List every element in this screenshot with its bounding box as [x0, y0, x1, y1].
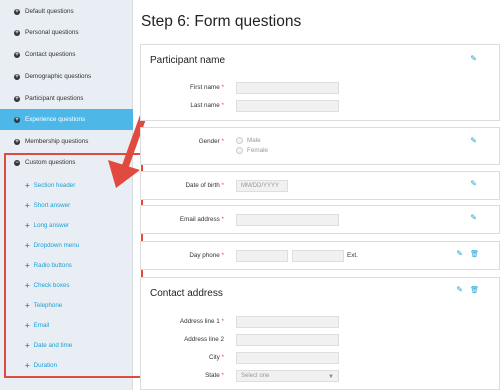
highlight-box: [4, 153, 143, 378]
dob-label: Date of birth *: [185, 182, 224, 189]
plus-circle-icon: +: [14, 29, 20, 36]
address-line-1-input[interactable]: [236, 316, 339, 328]
city-input[interactable]: [236, 352, 339, 364]
sidebar-item-personal-questions[interactable]: + Personal questions: [0, 22, 133, 43]
sidebar-item-experience-questions[interactable]: + Experience questions: [0, 109, 133, 130]
day-phone-label: Day phone *: [189, 252, 224, 259]
address-line-1-label: Address line 1 *: [179, 318, 224, 325]
plus-circle-icon: +: [14, 116, 20, 123]
plus-circle-icon: +: [14, 51, 20, 58]
sidebar-item-label: Membership questions: [25, 138, 89, 145]
city-label: City *: [208, 354, 224, 361]
email-label: Email address *: [179, 216, 224, 223]
edit-pencil-icon[interactable]: ✎: [456, 285, 463, 294]
email-card: Email address * ✎: [140, 205, 500, 234]
edit-pencil-icon[interactable]: ✎: [470, 179, 477, 188]
dob-card: Date of birth * MM/DD/YYYY ✎: [140, 171, 500, 200]
plus-circle-icon: +: [14, 73, 20, 80]
edit-pencil-icon[interactable]: ✎: [456, 249, 463, 258]
sidebar-item-contact-questions[interactable]: + Contact questions: [0, 44, 133, 65]
first-name-label: First name *: [190, 84, 224, 91]
dob-input[interactable]: MM/DD/YYYY: [236, 180, 288, 192]
state-select[interactable]: Select one ▼: [236, 370, 339, 382]
email-input[interactable]: [236, 214, 339, 226]
participant-name-card: Participant name ✎ First name * Last nam…: [140, 44, 500, 121]
page-title: Step 6: Form questions: [141, 13, 302, 30]
plus-circle-icon: +: [14, 138, 20, 145]
participant-name-heading: Participant name: [150, 55, 226, 66]
gender-male-radio[interactable]: Male: [236, 137, 261, 144]
sidebar-item-default-questions[interactable]: + Default questions: [0, 1, 133, 22]
radio-circle-icon: [236, 147, 243, 154]
plus-circle-icon: +: [14, 8, 20, 15]
sidebar-item-membership-questions[interactable]: + Membership questions: [0, 131, 133, 152]
address-line-2-input[interactable]: [236, 334, 339, 346]
state-label: State *: [205, 372, 224, 379]
first-name-input[interactable]: [236, 82, 339, 94]
contact-address-card: Contact address ✎ 🗑 Address line 1 * Add…: [140, 277, 500, 390]
caret-down-icon: ▼: [328, 374, 334, 380]
phone-ext-input[interactable]: [292, 250, 344, 262]
day-phone-input[interactable]: [236, 250, 288, 262]
sidebar-item-participant-questions[interactable]: + Participant questions: [0, 88, 133, 109]
trash-icon[interactable]: 🗑: [470, 286, 479, 294]
plus-circle-icon: +: [14, 95, 20, 102]
last-name-input[interactable]: [236, 100, 339, 112]
address-line-2-label: Address line 2: [184, 336, 224, 343]
radio-circle-icon: [236, 137, 243, 144]
ext-label: Ext.: [347, 252, 358, 259]
edit-pencil-icon[interactable]: ✎: [470, 136, 477, 145]
gender-label: Gender *: [198, 138, 224, 145]
contact-address-heading: Contact address: [150, 288, 223, 299]
day-phone-card: Day phone * Ext. ✎ 🗑: [140, 241, 500, 270]
sidebar-item-label: Demographic questions: [25, 73, 92, 80]
sidebar-item-label: Default questions: [25, 8, 74, 15]
edit-pencil-icon[interactable]: ✎: [470, 54, 477, 63]
gender-card: Gender * Male Female ✎: [140, 127, 500, 165]
sidebar-item-label: Personal questions: [25, 29, 79, 36]
sidebar-item-demographic-questions[interactable]: + Demographic questions: [0, 66, 133, 87]
sidebar-item-label: Contact questions: [25, 51, 76, 58]
trash-icon[interactable]: 🗑: [470, 250, 479, 258]
sidebar-item-label: Participant questions: [25, 95, 84, 102]
sidebar-item-label: Experience questions: [25, 116, 86, 123]
edit-pencil-icon[interactable]: ✎: [470, 213, 477, 222]
last-name-label: Last name *: [190, 102, 224, 109]
gender-female-radio[interactable]: Female: [236, 147, 268, 154]
